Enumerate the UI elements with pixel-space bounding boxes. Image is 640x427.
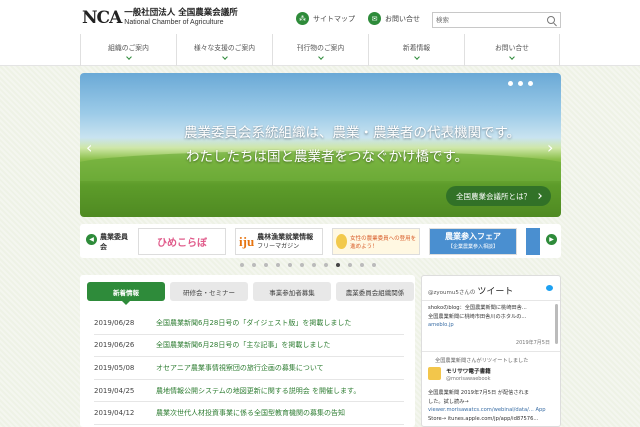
pagination-dot[interactable] [264,263,268,267]
banner-carousel: ◀ 農業委員会 ひめこらぼ iju 農林漁業就業情報 フリーマガジン 女性の農業… [80,224,561,258]
banner-agri-entry-fair[interactable]: 農業参入フェア 【企業農業参入相談】 [429,228,517,255]
banner-next-icon[interactable]: ▶ [546,234,557,245]
tweet-link[interactable]: ameblo.jp [428,322,454,328]
mail-icon: ✉ [368,12,381,25]
news-date: 2019/06/26 [94,341,135,350]
news-date: 2019/06/28 [94,318,135,327]
news-date: 2019/05/08 [94,363,135,372]
banner-prev-icon[interactable]: ◀ [86,234,97,245]
banner-himecollabo[interactable]: ひめこらぼ [138,228,226,255]
character-icon [336,234,348,249]
contact-link[interactable]: ✉ お問い合せ [368,12,420,25]
avatar[interactable] [428,367,441,380]
news-item: 2019/04/25 農地情報公開システムの地図更新に関する説明会 を開催します… [94,380,404,403]
news-title-link[interactable]: 農地情報公開システムの地図更新に関する説明会 を開催します。 [156,386,360,396]
tab-news[interactable]: 新着情報 [87,282,165,305]
nav-item-support[interactable]: 様々な支援のご案内 [176,34,272,66]
tab-seminars[interactable]: 研修会・セミナー [170,282,248,301]
nav-item-organization[interactable]: 組織のご案内 [80,34,176,66]
iju-logo: iju [239,233,255,249]
sitemap-icon: ⁂ [296,12,309,25]
pagination-dot[interactable] [348,263,352,267]
chevron-right-icon [536,193,542,199]
twitter-timeline: @zyoumu5さんの ツイート shokoのblog：全国農業新聞に桃崎田舎..… [421,275,561,427]
news-date: 2019/04/25 [94,386,135,395]
news-list: 2019/06/28 全国農業新聞6月28日号の「ダイジェスト版」を掲載しました… [94,312,404,425]
contact-label: お問い合せ [385,14,420,23]
pagination-dot[interactable] [360,263,364,267]
tweet-author-name[interactable]: モリサワ電子書籍 [446,367,491,375]
pagination-dot[interactable] [336,263,340,267]
search-box [432,12,561,28]
pagination-dot[interactable] [252,263,256,267]
news-item: 2019/06/28 全国農業新聞6月28日号の「ダイジェスト版」を掲載しました [94,312,404,335]
hero-dot[interactable] [508,81,513,86]
main-nav: 組織のご案内 様々な支援のご案内 刊行物のご案内 新着情報 お問い合せ [0,34,640,66]
news-date: 2019/04/12 [94,409,135,418]
tweet-text: 全国農業新聞 2019年7月5日 が配信されま [428,390,529,396]
chevron-down-icon [221,53,228,60]
chevron-down-icon [317,53,324,60]
chevron-down-icon [509,53,515,60]
pagination-dot[interactable] [324,263,328,267]
hero-headline: 農業委員会系統組織は、農業・農業者の代表機関です。 [184,125,521,141]
hero-next-arrow-icon[interactable]: › [547,140,557,156]
tweet-text: Store→ itunes.apple.com/jp/app/id87576..… [428,416,539,422]
news-title-link[interactable]: オセアニア農業事情視察団の旅行企画の募集について [156,363,324,373]
timeline-header: @zyoumu5さんの ツイート [428,287,514,297]
site-logo[interactable]: NCA 一般社団法人 全国農業会議所 National Chamber of A… [82,8,238,28]
tweet-date[interactable]: 2019年7月5日 [516,339,550,346]
tweet-text: した。試し読み→ [428,399,469,405]
search-input[interactable] [433,13,543,27]
news-item: 2019/06/26 全国農業新聞6月28日号の「主な記事」を掲載しました [94,335,404,358]
news-tabs: 新着情報 研修会・セミナー 事業参加者募集 農業委員会組織関係 [87,282,414,305]
banner-agri-committee[interactable]: 農業委員会 [100,228,130,255]
hero-slider: 農業委員会系統組織は、農業・農業者の代表機関です。 わたしたちは国と農業者をつな… [80,73,561,217]
pagination-dot[interactable] [240,263,244,267]
search-icon[interactable] [547,16,555,24]
news-title-link[interactable]: 農業次世代人材投資事業に係る全国型教育機関の募集の告知 [156,408,345,418]
sitemap-label: サイトマップ [313,14,355,23]
hero-dot[interactable] [528,81,533,86]
nav-item-news[interactable]: 新着情報 [368,34,464,66]
logo-mark: NCA [82,8,122,28]
tweet-author-handle[interactable]: @morisawaebook [446,376,490,382]
logo-english-name: National Chamber of Agriculture [124,19,224,26]
banner-partial[interactable] [526,228,540,255]
tweet-text: shokoのblog：全国農業新聞に桃崎田舎... [428,305,527,311]
pagination-dot[interactable] [312,263,316,267]
sitemap-link[interactable]: ⁂ サイトマップ [296,12,355,25]
chevron-down-icon [413,53,420,60]
pagination-dot[interactable] [372,263,376,267]
twitter-bird-icon[interactable] [546,285,553,291]
banner-women-committee[interactable]: 女性の農業委員への登用を進めよう！ [332,228,420,255]
hero-prev-arrow-icon[interactable]: ‹ [86,140,96,156]
logo-japanese-name: 一般社団法人 全国農業会議所 [124,8,238,18]
nav-item-publications[interactable]: 刊行物のご案内 [272,34,368,66]
news-panel: 新着情報 研修会・セミナー 事業参加者募集 農業委員会組織関係 2019/06/… [80,275,415,427]
hero-subheadline: わたしたちは国と農業者をつなぐかけ橋です。 [186,149,469,165]
pagination-dot[interactable] [288,263,292,267]
hero-dot[interactable] [518,81,523,86]
pagination-dot[interactable] [300,263,304,267]
nav-item-contact[interactable]: お問い合せ [464,34,560,66]
tweet-link[interactable]: viewer.morisawatcs.com/webinal/data/... … [428,407,546,413]
pagination-dot[interactable] [276,263,280,267]
timeline-scrollbar[interactable] [555,304,558,344]
tab-committee[interactable]: 農業委員会組織関係 [336,282,414,301]
hero-slide-dots [508,81,533,86]
news-title-link[interactable]: 全国農業新聞6月28日号の「ダイジェスト版」を掲載しました [156,318,351,328]
news-item: 2019/04/12 農業次世代人材投資事業に係る全国型教育機関の募集の告知 [94,402,404,425]
news-item: 2019/05/08 オセアニア農業事情視察団の旅行企画の募集について [94,357,404,380]
tab-recruitment[interactable]: 事業参加者募集 [253,282,331,301]
site-header: NCA 一般社団法人 全国農業会議所 National Chamber of A… [0,0,640,34]
retweet-notice: 全国農業新聞さんがリツイートしました [435,358,529,364]
banner-pagination [240,263,376,267]
tweet-text: 全国農業新聞に桃崎市田舎川のホタルの... [428,314,527,320]
about-nca-button[interactable]: 全国農業会議所とは？ [446,186,551,206]
news-title-link[interactable]: 全国農業新聞6月28日号の「主な記事」を掲載しました [156,340,330,350]
banner-iju-magazine[interactable]: iju 農林漁業就業情報 フリーマガジン [235,228,323,255]
chevron-down-icon [125,53,132,60]
